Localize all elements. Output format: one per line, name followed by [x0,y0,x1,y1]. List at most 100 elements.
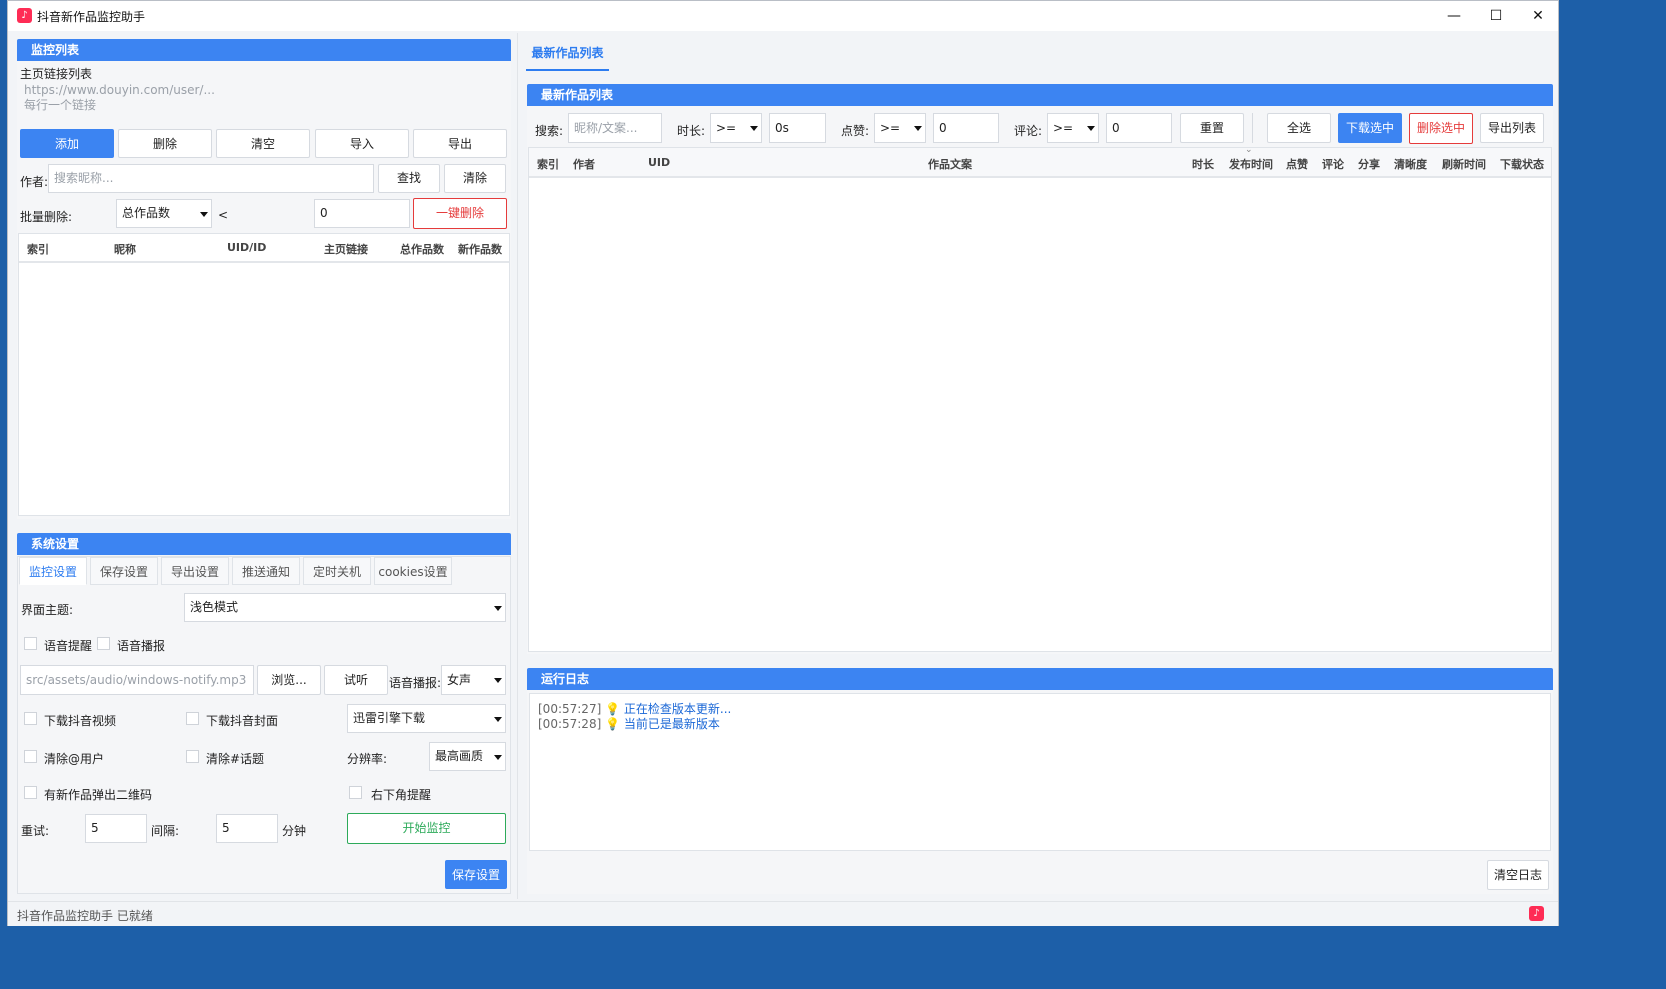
duration-value-input[interactable]: 0s [769,113,826,143]
download-cover-checkbox[interactable] [186,712,199,725]
browse-button[interactable]: 浏览... [257,665,321,695]
close-button[interactable]: ✕ [1516,1,1560,31]
settings-header: 系统设置 [17,533,511,555]
chevron-down-icon [494,716,502,722]
col-homepage[interactable]: 主页链接 [324,241,368,257]
works-search-input[interactable]: 昵称/文案... [568,113,662,143]
export-list-button[interactable]: 导出列表 [1480,113,1544,143]
author-label: 作者: [20,175,49,189]
download-video-label: 下载抖音视频 [44,714,117,728]
sort-chevron-icon: ⌄ [1245,145,1253,155]
tab-scheduled-shutdown[interactable]: 定时关机 [303,557,371,585]
listen-button[interactable]: 试听 [324,665,388,695]
resolution-select[interactable]: 最高画质 [429,742,506,771]
audio-path-input[interactable]: src/assets/audio/windows-notify.mp3 [20,665,254,695]
retry-label: 重试: [21,824,50,838]
duration-op-select[interactable]: >= [710,113,762,143]
col-nickname[interactable]: 昵称 [114,241,136,257]
download-video-checkbox[interactable] [24,712,37,725]
add-button[interactable]: 添加 [20,129,114,158]
col-likes[interactable]: 点赞 [1286,156,1308,172]
voice-broadcast-label: 语音播报 [117,639,166,653]
export-button[interactable]: 导出 [413,129,507,158]
maximize-button[interactable]: ☐ [1474,1,1518,31]
log-message: 正在检查版本更新... [623,702,732,716]
delete-button[interactable]: 删除 [118,129,212,158]
batch-field-select[interactable]: 总作品数 [116,199,212,228]
duration-op-value: >= [716,121,737,135]
likes-op-select[interactable]: >= [874,113,926,143]
tab-push-notify[interactable]: 推送通知 [232,557,300,585]
empty-button[interactable]: 清空 [216,129,310,158]
tab-cookies-settings[interactable]: cookies设置 [374,557,452,585]
chevron-down-icon [914,126,922,131]
clear-topic-checkbox[interactable] [186,750,199,763]
voice-alert-label: 语音提醒 [44,639,93,653]
col-comments[interactable]: 评论 [1322,156,1344,172]
col-total-works[interactable]: 总作品数 [400,241,444,257]
col-duration[interactable]: 时长 [1192,156,1214,172]
tab-latest-works[interactable]: 最新作品列表 [526,39,609,71]
lightbulb-icon: 💡 [605,702,621,716]
resolution-label: 分辨率: [347,752,388,766]
clear-log-button[interactable]: 清空日志 [1487,860,1549,890]
likes-label: 点赞: [841,124,870,138]
col-resolution[interactable]: 清晰度 [1394,156,1427,172]
log-time: [00:57:28] [538,717,602,731]
tab-save-settings[interactable]: 保存设置 [90,557,158,585]
col-download-status[interactable]: 下载状态 [1500,156,1544,172]
find-button[interactable]: 查找 [378,164,440,193]
clear-at-user-checkbox[interactable] [24,750,37,763]
voice-alert-checkbox[interactable] [24,637,37,650]
download-engine-select[interactable]: 迅雷引擎下载 [347,704,506,733]
likes-value-input[interactable]: 0 [933,113,999,143]
delete-selected-button[interactable]: 删除选中 [1409,113,1473,144]
save-settings-button[interactable]: 保存设置 [445,860,507,889]
col-caption[interactable]: 作品文案 [928,156,972,172]
qr-popup-label: 有新作品弹出二维码 [44,788,153,802]
monitor-table: 索引 昵称 UID/ID 主页链接 总作品数 新作品数 [18,233,510,516]
comments-value-input[interactable]: 0 [1106,113,1172,143]
clear-search-button[interactable]: 清除 [444,164,506,193]
interval-label: 间隔: [151,824,180,838]
col-publish-time[interactable]: 发布时间 [1229,156,1273,172]
links-label: 主页链接列表 [20,67,93,81]
reset-button[interactable]: 重置 [1180,113,1244,143]
links-placeholder-line2: 每行一个链接 [24,98,97,112]
batch-operator: < [218,208,229,222]
title-bar: ♪ 抖音新作品监控助手 — ☐ ✕ [8,1,1558,31]
likes-op-value: >= [880,121,901,135]
col-new-works[interactable]: 新作品数 [458,241,502,257]
chevron-down-icon [200,211,208,217]
corner-alert-checkbox[interactable] [349,786,362,799]
comments-op-select[interactable]: >= [1047,113,1099,143]
retry-input[interactable]: 5 [85,814,147,843]
minimize-button[interactable]: — [1432,1,1476,31]
chevron-down-icon [750,126,758,131]
col-uid[interactable]: UID/ID [227,241,266,254]
tiktok-tray-icon[interactable]: ♪ [1529,906,1544,921]
col-index[interactable]: 索引 [27,241,49,257]
links-textarea[interactable]: https://www.douyin.com/user/... 每行一个链接 [20,83,508,121]
col-refresh-time[interactable]: 刷新时间 [1442,156,1486,172]
interval-input[interactable]: 5 [216,814,278,843]
col-author[interactable]: 作者 [573,156,595,172]
qr-popup-checkbox[interactable] [24,786,37,799]
voice-type-select[interactable]: 女声 [441,665,506,695]
start-monitor-button[interactable]: 开始监控 [347,813,506,844]
col-uid[interactable]: UID [648,156,670,169]
batch-value-input[interactable]: 0 [314,199,410,228]
one-click-delete-button[interactable]: 一键删除 [413,198,507,229]
duration-label: 时长: [677,124,706,138]
comments-label: 评论: [1014,124,1043,138]
import-button[interactable]: 导入 [315,129,409,158]
download-selected-button[interactable]: 下载选中 [1338,113,1402,143]
author-search-input[interactable]: 搜索昵称... [48,164,374,193]
select-all-button[interactable]: 全选 [1267,113,1331,143]
theme-select[interactable]: 浅色模式 [184,593,506,622]
col-index[interactable]: 索引 [537,156,559,172]
voice-broadcast-checkbox[interactable] [97,637,110,650]
tab-export-settings[interactable]: 导出设置 [161,557,229,585]
col-shares[interactable]: 分享 [1358,156,1380,172]
tab-monitor-settings[interactable]: 监控设置 [19,557,87,585]
